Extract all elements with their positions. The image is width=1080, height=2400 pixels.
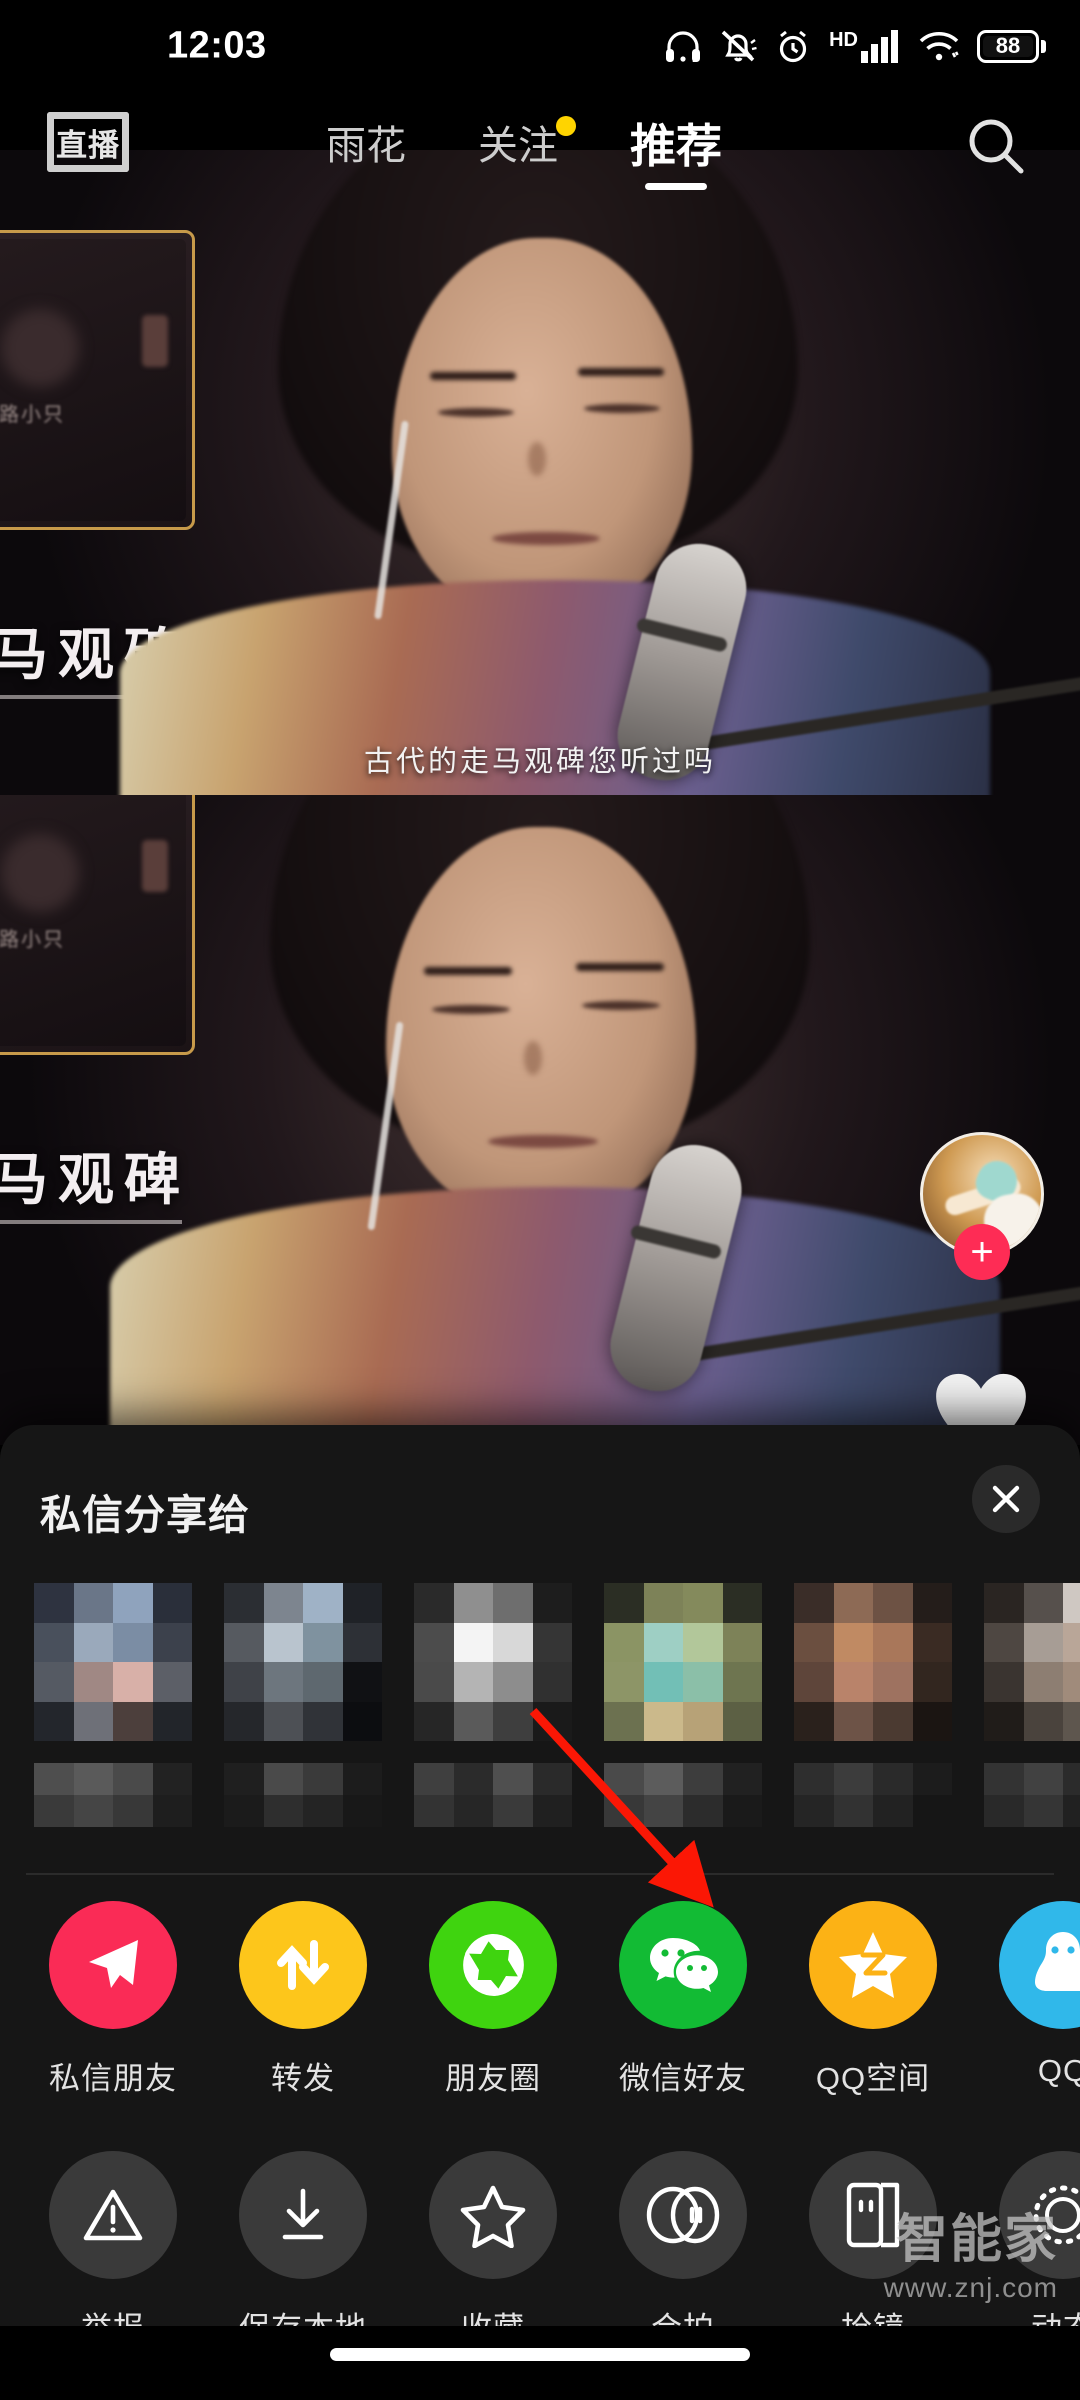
search-button[interactable] bbox=[960, 110, 1032, 182]
share-sheet-title: 私信分享给 bbox=[40, 1492, 250, 1538]
share-target-wechat-friend[interactable]: 微信好友 bbox=[588, 1887, 778, 2137]
tv-box-icon: 直播 bbox=[45, 106, 131, 178]
list-item[interactable] bbox=[976, 1577, 1080, 1867]
tab-recommended[interactable]: 推荐 bbox=[594, 96, 758, 196]
tab-following-label: 关注 bbox=[478, 124, 558, 168]
status-time: 12:03 bbox=[167, 24, 267, 67]
share-target-label: 私信朋友 bbox=[49, 2061, 177, 2096]
signal-bars-icon bbox=[861, 30, 898, 63]
share-target-label: 微信好友 bbox=[619, 2061, 747, 2096]
contact-avatar bbox=[984, 1583, 1080, 1741]
contact-avatar bbox=[34, 1583, 192, 1741]
contact-name bbox=[34, 1763, 192, 1827]
watermark-brand: 智能家 bbox=[895, 2211, 1058, 2269]
wifi-icon bbox=[918, 29, 960, 63]
follow-plus-icon[interactable]: + bbox=[954, 1224, 1010, 1280]
contact-name bbox=[414, 1763, 572, 1827]
watermark: 智能家 www.znj.com bbox=[884, 2214, 1058, 2304]
tab-recommended-label: 推荐 bbox=[630, 120, 722, 172]
contact-name bbox=[224, 1763, 382, 1827]
contact-list[interactable] bbox=[0, 1577, 1080, 1867]
star-icon bbox=[429, 2151, 557, 2279]
close-icon bbox=[992, 1485, 1020, 1513]
share-target-repost[interactable]: 转发 bbox=[208, 1887, 398, 2137]
tab-active-underline bbox=[645, 183, 707, 190]
share-target-qq[interactable]: QQ bbox=[968, 1887, 1080, 2137]
paper-plane-icon bbox=[49, 1901, 177, 2029]
tab-yuhua[interactable]: 雨花 bbox=[290, 96, 442, 196]
qq-penguin-icon bbox=[999, 1901, 1080, 2029]
list-item[interactable] bbox=[406, 1577, 596, 1867]
share-target-label: 朋友圈 bbox=[445, 2061, 541, 2096]
wechat-icon bbox=[619, 1901, 747, 2029]
top-navigation: 直播 雨花 关注 推荐 bbox=[0, 96, 1080, 196]
contact-name bbox=[604, 1763, 762, 1827]
battery-icon: 88 bbox=[977, 29, 1046, 63]
divider bbox=[26, 1873, 1054, 1875]
video-left-prop: 路小只 bbox=[0, 230, 195, 530]
list-item[interactable] bbox=[596, 1577, 786, 1867]
video-frame-top[interactable]: 路小只 马观碑 古代的走马观碑您听过吗 bbox=[0, 150, 1080, 795]
sidebar-item-live[interactable]: 直播 bbox=[42, 104, 134, 180]
share-target-row: 私信朋友 转发 朋友圈 微信好友 QQ空间 QQ bbox=[0, 1887, 1080, 2137]
status-bar: 12:03 HD 88 bbox=[0, 0, 1080, 92]
download-icon bbox=[239, 2151, 367, 2279]
headphone-icon bbox=[664, 28, 702, 64]
duet-circles-icon bbox=[619, 2151, 747, 2279]
tab-following-badge-dot bbox=[556, 116, 576, 136]
home-indicator-bar bbox=[0, 2326, 1080, 2400]
tab-following[interactable]: 关注 bbox=[442, 96, 594, 196]
contact-avatar bbox=[604, 1583, 762, 1741]
contact-name bbox=[794, 1763, 952, 1827]
qzone-star-icon bbox=[809, 1901, 937, 2029]
battery-level-text: 88 bbox=[995, 33, 1021, 58]
aperture-icon bbox=[429, 1901, 557, 2029]
list-item[interactable] bbox=[216, 1577, 406, 1867]
video-frame-bottom[interactable]: 路小只 马观碑 bbox=[0, 795, 1080, 1445]
share-target-label: 转发 bbox=[271, 2061, 335, 2096]
bell-muted-icon bbox=[719, 28, 757, 64]
share-target-moments[interactable]: 朋友圈 bbox=[398, 1887, 588, 2137]
status-icon-group: HD 88 bbox=[664, 28, 1046, 64]
contact-name bbox=[984, 1763, 1080, 1827]
watermark-url: www.znj.com bbox=[883, 2272, 1058, 2303]
live-label: 直播 bbox=[56, 127, 120, 163]
share-target-qzone[interactable]: QQ空间 bbox=[778, 1887, 968, 2137]
nav-tab-list: 雨花 关注 推荐 bbox=[290, 96, 758, 196]
list-item[interactable] bbox=[26, 1577, 216, 1867]
alarm-clock-icon bbox=[774, 28, 812, 64]
contact-avatar bbox=[224, 1583, 382, 1741]
home-indicator[interactable] bbox=[330, 2348, 750, 2361]
share-sheet-header: 私信分享给 bbox=[0, 1425, 1080, 1567]
repost-arrows-icon bbox=[239, 1901, 367, 2029]
share-target-direct-message[interactable]: 私信朋友 bbox=[18, 1887, 208, 2137]
author-avatar-button[interactable]: + bbox=[920, 1132, 1044, 1280]
contact-avatar bbox=[414, 1583, 572, 1741]
share-target-label: QQ bbox=[1037, 2053, 1080, 2088]
video-overlay-title-2: 马观碑 bbox=[0, 1148, 190, 1211]
warning-triangle-icon bbox=[49, 2151, 177, 2279]
video-left-prop-2: 路小只 bbox=[0, 795, 195, 1055]
close-button[interactable] bbox=[972, 1465, 1040, 1533]
hd-icon: HD bbox=[829, 29, 901, 63]
tab-yuhua-label: 雨花 bbox=[326, 124, 406, 168]
search-icon bbox=[969, 119, 1024, 174]
list-item[interactable] bbox=[786, 1577, 976, 1867]
contact-avatar bbox=[794, 1583, 952, 1741]
share-target-label: QQ空间 bbox=[815, 2061, 931, 2096]
video-stage[interactable]: 路小只 马观碑 古代的走马观碑您听过吗 路小只 马观碑 + bbox=[0, 0, 1080, 1445]
video-subtitle: 古代的走马观碑您听过吗 bbox=[363, 746, 716, 778]
app-root: 路小只 马观碑 古代的走马观碑您听过吗 路小只 马观碑 + 12:03 HD 8… bbox=[0, 0, 1080, 2400]
